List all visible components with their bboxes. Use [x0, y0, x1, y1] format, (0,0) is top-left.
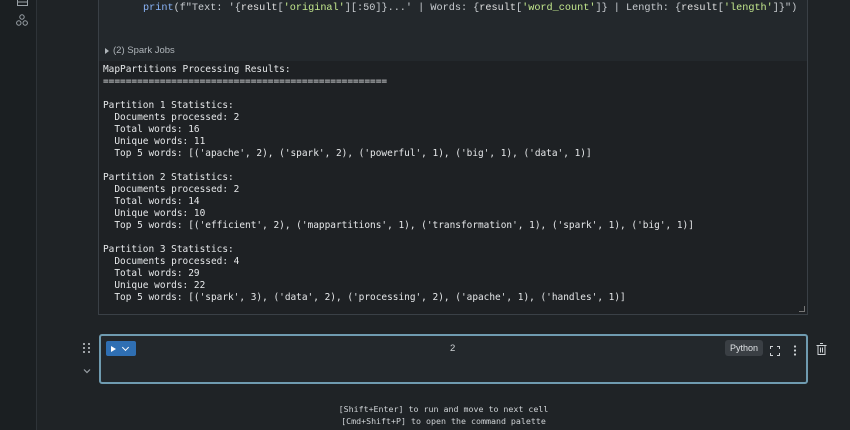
left-rail [0, 0, 37, 430]
chevron-down-icon[interactable] [83, 361, 93, 374]
new-code-cell[interactable]: 2 Python [99, 334, 808, 384]
code-line[interactable]: print(f"Text: '{result['original'][:50]}… [143, 3, 797, 14]
run-cell-button[interactable] [106, 341, 136, 356]
play-icon [111, 345, 116, 352]
keyboard-hints: [Shift+Enter] to run and move to next ce… [37, 403, 850, 427]
spark-jobs-label: (2) Spark Jobs [113, 45, 175, 56]
cell-number: 2 [450, 343, 456, 354]
expand-icon[interactable] [770, 343, 780, 356]
code-cell[interactable]: print(f"Text: '{result['original'][:50]}… [98, 0, 808, 61]
notebook-main: print(f"Text: '{result['original'][:50]}… [37, 0, 850, 430]
cell-output: MapPartitions Processing Results: ======… [98, 61, 808, 315]
drag-handle-icon[interactable] [82, 343, 92, 355]
more-options-icon[interactable] [793, 343, 797, 356]
output-text: MapPartitions Processing Results: ======… [103, 64, 694, 303]
language-selector[interactable]: Python [725, 340, 764, 356]
shapes-icon[interactable] [16, 14, 28, 26]
spark-jobs-toggle[interactable]: (2) Spark Jobs [105, 45, 175, 56]
table-icon[interactable] [16, 0, 28, 6]
caret-right-icon [105, 47, 109, 54]
chevron-down-icon [121, 343, 130, 351]
trash-icon[interactable] [816, 342, 827, 355]
hint-run: [Shift+Enter] to run and move to next ce… [338, 404, 549, 414]
hint-command-palette: [Cmd+Shift+P] to open the command palett… [341, 416, 546, 426]
resize-handle[interactable] [799, 306, 805, 312]
